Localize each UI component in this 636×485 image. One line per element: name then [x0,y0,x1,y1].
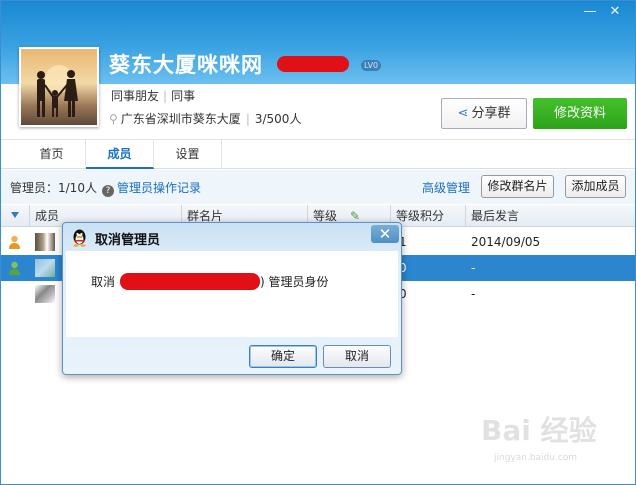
tab-members[interactable]: 成员 [86,140,154,169]
dialog-body: 取消 ) 管理员身份 [66,251,398,337]
redacted-member-name [120,273,260,290]
remove-admin-dialog: 取消管理员 ✕ 取消 ) 管理员身份 确定 取消 [62,222,402,375]
location-pin-icon: ⚲ [109,112,118,126]
group-location: ⚲ 广东省深圳市葵东大厦 | 3/500人 [109,112,302,126]
member-avatar[interactable] [35,233,55,251]
column-level-label: 等级 [313,209,338,223]
admin-summary: 管理员：1/10人? 管理员操作记录 [10,179,201,197]
member-count: 3/500人 [254,112,302,126]
family-silhouette-icon [37,65,78,117]
share-group-label: 分享群 [471,106,511,121]
group-avatar[interactable] [19,47,99,127]
edit-card-button[interactable]: 修改群名片 [481,175,554,198]
redacted-group-id [277,56,349,72]
last-speak-cell: - [471,287,476,301]
admin-count: 管理员：1/10人 [10,181,97,195]
edit-profile-button[interactable]: 修改资料 [533,98,627,129]
tag-item[interactable]: 同事 [171,89,195,103]
share-icon: ⋖ [457,106,469,121]
dialog-close-icon[interactable]: ✕ [371,225,399,243]
minimize-icon[interactable]: — [579,4,601,20]
owner-person-icon [9,235,20,249]
help-icon[interactable]: ? [101,185,114,197]
last-speak-cell: - [471,261,476,275]
last-speak-cell: 2014/09/05 [471,235,541,249]
baidu-watermark-url: jingyan.baidu.com [494,453,578,463]
add-member-button[interactable]: 添加成员 [565,175,626,198]
level-badge: LV0 [361,60,382,71]
group-name: 葵东大厦咪咪网 [109,53,263,77]
location-text: 广东省深圳市葵东大厦 [120,112,241,126]
confirm-button[interactable]: 确定 [249,345,317,368]
column-last-speak[interactable]: 最后发言 [465,205,635,227]
share-group-button[interactable]: ⋖ 分享群 [441,98,527,129]
tab-bar: 首页 成员 设置 [1,139,635,169]
tab-home[interactable]: 首页 [18,140,86,169]
tab-settings[interactable]: 设置 [154,140,222,169]
tag-item[interactable]: 同事朋友 [111,89,159,103]
member-avatar[interactable] [35,285,55,303]
members-toolbar: 管理员：1/10人? 管理员操作记录 高级管理 修改群名片 添加成员 [1,170,635,204]
dialog-message-prefix: 取消 [91,275,116,289]
baidu-watermark-logo: Bai 经验 [481,414,597,447]
qq-penguin-icon [73,229,86,247]
admin-log-link[interactable]: 管理员操作记录 [117,181,201,195]
group-window: — ✕ 葵东大厦咪咪网 LV0 同事朋友 | 同事 ⚲ 广东省深圳市葵东大厦 | 3/50… [0,0,636,485]
advanced-management-link[interactable]: 高级管理 [422,179,470,196]
dialog-title: 取消管理员 [95,233,161,248]
admin-person-icon [9,261,20,275]
sort-arrow-icon[interactable] [11,212,19,218]
close-window-icon[interactable]: ✕ [604,4,626,20]
dialog-message-suffix: ) 管理员身份 [260,275,329,289]
cancel-button[interactable]: 取消 [323,345,391,368]
member-avatar[interactable] [35,259,55,277]
group-tags: 同事朋友 | 同事 [111,89,196,103]
